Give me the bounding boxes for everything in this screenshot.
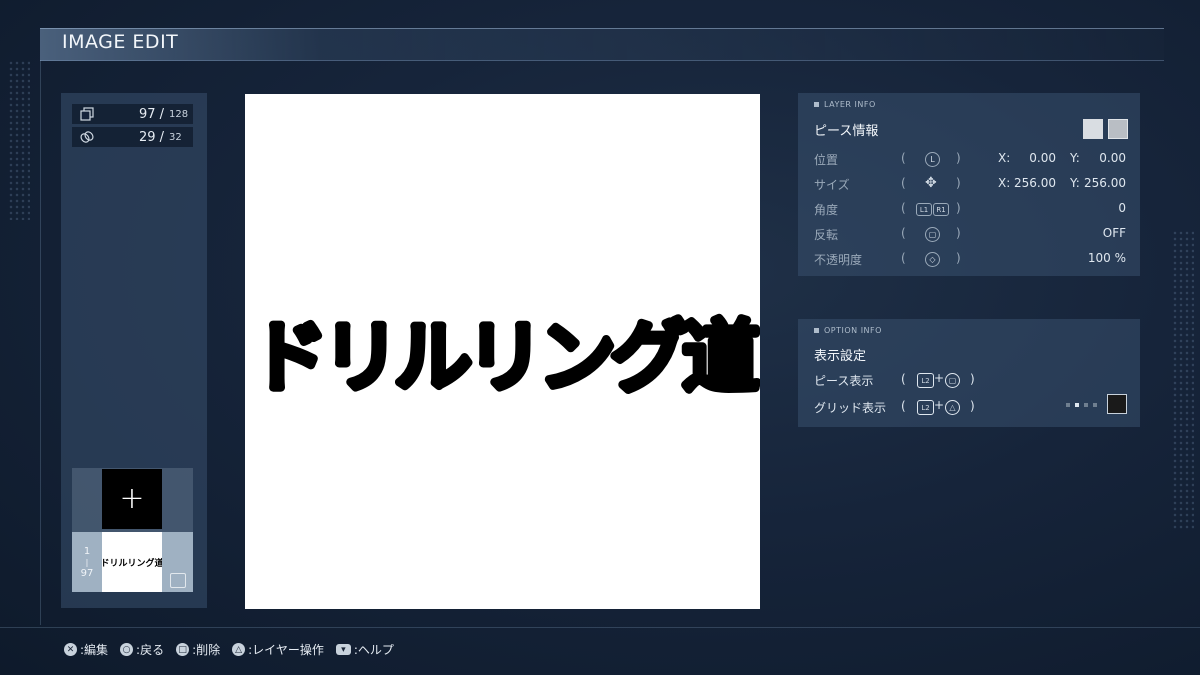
plus-icon: + (119, 481, 145, 516)
edit-hint: :編集 (80, 643, 109, 657)
square-button-icon: ▢ (945, 373, 960, 388)
page-title: IMAGE EDIT (62, 31, 179, 53)
link-max: 32 (169, 131, 182, 143)
title-bar (40, 28, 1164, 61)
divider (40, 60, 1164, 61)
layer-type-icon (170, 573, 186, 588)
position-y-value: 0.00 (1099, 151, 1126, 165)
decorative-dots (8, 60, 30, 220)
square-button-icon: □ (176, 643, 190, 656)
opacity-value: 100 % (1087, 251, 1126, 265)
square-button-icon: ▢ (925, 227, 940, 242)
l2-button-icon: L2 (917, 400, 934, 415)
add-layer-button[interactable]: + (102, 469, 162, 529)
cross-button-icon: ✕ (64, 643, 77, 656)
link-count: 29 / (138, 129, 164, 145)
piece-count: 97 / (138, 106, 164, 122)
piece-counter: 97 / 128 (72, 104, 193, 124)
panel-title: ピース情報 (814, 124, 879, 139)
panel-title: 表示設定 (814, 349, 867, 364)
back-hint: :戻る (136, 643, 165, 657)
piece-preview-thumbnail (1083, 119, 1103, 139)
angle-value: 0 (1118, 201, 1126, 215)
layer-operation-hint: :レイヤー操作 (248, 643, 324, 657)
dpad-icon: ✥ (925, 175, 937, 191)
layer-thumbnail[interactable]: ドリルリング道 (100, 532, 164, 592)
position-label: 位置 (814, 153, 839, 167)
flip-label: 反転 (814, 228, 839, 242)
touchpad-icon: ◇ (925, 252, 940, 267)
angle-label: 角度 (814, 203, 839, 217)
section-header: OPTION INFO (814, 326, 882, 335)
delete-hint: :削除 (192, 643, 221, 657)
link-icon (80, 131, 94, 143)
decorative-dots (1172, 230, 1194, 530)
grid-color-swatch[interactable] (1107, 394, 1127, 414)
divider (40, 60, 41, 625)
l1-button-icon: L1 (916, 203, 932, 216)
svg-text:ドリルリング道: ドリルリング道 (250, 313, 759, 403)
touchpad-button-icon: ▾ (335, 644, 351, 655)
circle-button-icon: ○ (120, 643, 134, 656)
flip-value: OFF (1102, 226, 1126, 240)
left-stick-icon: L (925, 152, 940, 167)
size-y-value: 256.00 (1084, 176, 1126, 190)
triangle-button-icon: △ (945, 400, 960, 415)
layer-index: 1 | 97 (80, 546, 94, 579)
grid-density-indicator[interactable] (1066, 403, 1097, 407)
layer-info-panel: LAYER INFO ピース情報 位置 ( L ) X: 0.00 Y: 0.0… (798, 93, 1140, 276)
size-label: サイズ (814, 178, 850, 192)
calligraphy-image: ドリルリング道 (247, 310, 768, 406)
link-counter: 29 / 32 (72, 127, 193, 147)
edit-canvas[interactable]: ドリルリング道 (245, 94, 768, 609)
piece-color-swatch[interactable] (1108, 119, 1128, 139)
size-x-value: 256.00 (1014, 176, 1056, 190)
piece-max: 128 (169, 108, 189, 120)
l2-button-icon: L2 (917, 373, 934, 388)
divider (0, 627, 1200, 628)
opacity-label: 不透明度 (814, 253, 863, 267)
pieces-stack-icon (80, 107, 94, 121)
help-hint: :ヘルプ (353, 643, 394, 657)
piece-display-label: ピース表示 (814, 374, 874, 388)
r1-button-icon: R1 (933, 203, 949, 216)
grid-display-label: グリッド表示 (814, 401, 887, 415)
triangle-button-icon: △ (232, 643, 246, 656)
position-x-value: 0.00 (1029, 151, 1056, 165)
svg-text:ドリルリング道: ドリルリング道 (102, 557, 162, 569)
button-guide: ✕:編集 ○:戻る □:削除 △:レイヤー操作 ▾:ヘルプ (58, 641, 400, 658)
calligraphy-thumbnail-image: ドリルリング道 (100, 557, 163, 569)
option-info-panel: OPTION INFO 表示設定 ピース表示 ( L2 + ▢ ) グリッド表示… (798, 319, 1140, 427)
section-header: LAYER INFO (814, 100, 876, 109)
